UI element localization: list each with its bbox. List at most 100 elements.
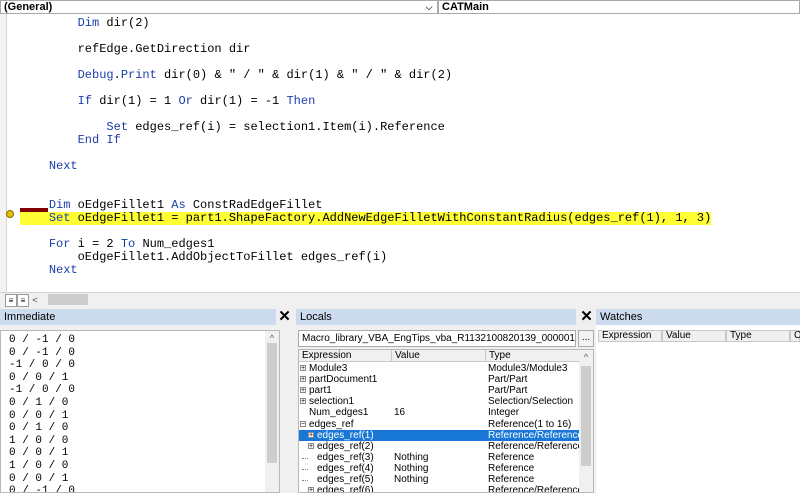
collapse-icon[interactable]: − bbox=[300, 420, 306, 428]
tree-branch-line bbox=[302, 452, 308, 459]
code-line[interactable]: Next bbox=[20, 160, 78, 173]
immediate-window[interactable]: 0 / -1 / 00 / -1 / 0 -1 / 0 / 00 / 0 / 1-… bbox=[0, 330, 280, 493]
code-text: oEdgeFillet1 bbox=[70, 198, 172, 212]
locals-row[interactable]: edges_ref(3) Nothing Reference bbox=[299, 452, 580, 463]
locals-type-cell: Part/Part bbox=[488, 374, 528, 386]
locals-row[interactable]: + edges_ref(1) Reference/Reference bbox=[299, 429, 580, 441]
immediate-output-line: 0 / 0 / 1 bbox=[9, 371, 69, 384]
code-margin[interactable] bbox=[0, 14, 7, 292]
watches-header-value[interactable]: Value bbox=[662, 330, 726, 342]
code-line[interactable]: Debug.Print dir(0) & " / " & dir(1) & " … bbox=[20, 69, 452, 82]
locals-row[interactable]: + selection1 Selection/Selection bbox=[299, 396, 580, 407]
code-line[interactable]: Next bbox=[20, 264, 78, 277]
procedure-view-button[interactable]: ≡ bbox=[5, 294, 17, 307]
immediate-output-line: 0 / -1 / 0 bbox=[9, 346, 76, 359]
locals-close-icon[interactable]: ✕ bbox=[579, 309, 594, 325]
expand-icon[interactable]: + bbox=[300, 365, 306, 372]
watches-window[interactable]: Watches Expression Value Type C bbox=[596, 309, 800, 493]
locals-row[interactable]: − edges_ref Reference(1 to 16) bbox=[299, 419, 580, 430]
code-text: dir(2) bbox=[99, 16, 150, 30]
code-keyword: Set bbox=[106, 120, 129, 134]
immediate-scroll-thumb[interactable] bbox=[267, 343, 277, 463]
expand-icon[interactable]: + bbox=[300, 387, 306, 394]
code-text: dir(1) = 1 bbox=[92, 94, 179, 108]
locals-row[interactable]: + partDocument1 Part/Part bbox=[299, 374, 580, 385]
scroll-thumb[interactable] bbox=[48, 294, 88, 305]
immediate-output-line: 1 / 0 / 0 bbox=[9, 460, 69, 472]
object-combo[interactable]: (General) ⌵ bbox=[0, 0, 438, 14]
locals-type-cell: Reference(1 to 16) bbox=[488, 418, 572, 430]
immediate-output-line: 0 / -1 / 0 bbox=[9, 334, 76, 346]
expand-icon[interactable]: + bbox=[300, 376, 306, 383]
locals-header-expression[interactable]: Expression bbox=[299, 350, 392, 362]
code-keyword: As bbox=[171, 198, 186, 212]
code-keyword: Next bbox=[48, 263, 78, 277]
immediate-close-icon[interactable]: ✕ bbox=[277, 309, 292, 325]
watches-title-bar[interactable]: Watches bbox=[596, 309, 800, 325]
current-statement-line[interactable]: Set oEdgeFillet1 = part1.ShapeFactory.Ad… bbox=[20, 211, 712, 225]
locals-expression-cell: edges_ref(4) bbox=[317, 462, 374, 474]
locals-header-type[interactable]: Type bbox=[486, 350, 580, 362]
immediate-output-line: -1 / 0 / 0 bbox=[9, 384, 76, 397]
locals-expression-cell: edges_ref bbox=[309, 418, 354, 430]
locals-vertical-scrollbar[interactable]: ^ bbox=[579, 350, 593, 492]
watches-title: Watches bbox=[600, 311, 643, 323]
expand-icon[interactable]: + bbox=[300, 398, 306, 405]
immediate-output-line: 0 / 0 / 1 bbox=[9, 472, 69, 485]
object-combo-value: (General) bbox=[4, 1, 53, 13]
locals-expression-cell: Module3 bbox=[309, 363, 348, 374]
locals-expression-cell: edges_ref(6) bbox=[317, 485, 374, 493]
locals-expression-cell: edges_ref(5) bbox=[317, 474, 374, 485]
code-line[interactable]: If dir(1) = 1 Or dir(1) = -1 Then bbox=[20, 94, 316, 108]
scroll-left-arrow-icon[interactable]: < bbox=[28, 294, 42, 306]
watches-header-type[interactable]: Type bbox=[726, 330, 790, 342]
scroll-up-arrow-icon[interactable]: ^ bbox=[265, 331, 279, 343]
locals-scroll-up-icon[interactable]: ^ bbox=[579, 350, 593, 362]
expand-icon[interactable]: + bbox=[308, 487, 314, 492]
locals-row[interactable]: + Module3 Module3/Module3 bbox=[299, 363, 580, 374]
locals-header-value[interactable]: Value bbox=[392, 350, 486, 362]
locals-row[interactable]: + edges_ref(6) Reference/Reference bbox=[299, 485, 580, 493]
locals-type-cell: Part/Part bbox=[488, 385, 528, 397]
locals-row[interactable]: edges_ref(5) Nothing Reference bbox=[299, 474, 580, 485]
locals-value-cell: Nothing bbox=[394, 451, 429, 463]
locals-row[interactable]: + part1 Part/Part bbox=[299, 385, 580, 396]
expand-icon[interactable]: + bbox=[308, 442, 314, 450]
code-line[interactable]: Dim dir(2) bbox=[20, 17, 150, 30]
code-keyword: Debug bbox=[77, 68, 114, 82]
code-keyword: End If bbox=[77, 133, 121, 147]
locals-value-cell: Nothing bbox=[394, 474, 429, 485]
immediate-output-line: -1 / 0 / 0 bbox=[9, 359, 76, 372]
locals-row[interactable]: edges_ref(4) Nothing Reference bbox=[299, 463, 580, 474]
locals-type-cell: Integer bbox=[488, 407, 520, 419]
code-line[interactable]: End If bbox=[20, 134, 121, 147]
immediate-title-bar[interactable]: Immediate bbox=[0, 309, 276, 325]
locals-row[interactable]: Num_edges1 16 Integer bbox=[299, 407, 580, 418]
code-horizontal-scrollbar[interactable]: ≡ ≡ < bbox=[0, 292, 800, 308]
procedure-combo-value: CATMain bbox=[442, 1, 489, 13]
locals-title-bar[interactable]: Locals bbox=[296, 309, 576, 325]
locals-type-cell: Reference bbox=[488, 474, 535, 485]
locals-call-stack-button[interactable]: ... bbox=[578, 330, 594, 347]
procedure-combo[interactable]: CATMain bbox=[438, 0, 800, 14]
code-editor[interactable]: Dim dir(2) refEdge.GetDirection dir Debu… bbox=[0, 14, 800, 292]
watches-header-expression[interactable]: Expression bbox=[598, 330, 662, 342]
locals-grid[interactable]: Expression Value Type + Module3 Module3/Mo… bbox=[298, 349, 594, 493]
locals-row[interactable]: + edges_ref(2) Reference/Reference bbox=[299, 441, 580, 452]
code-line[interactable]: refEdge.GetDirection dir bbox=[20, 43, 251, 56]
expand-icon[interactable]: + bbox=[308, 431, 314, 439]
immediate-vertical-scrollbar[interactable]: ^ bbox=[265, 331, 279, 492]
code-text: . bbox=[113, 68, 121, 82]
chevron-down-icon[interactable]: ⌵ bbox=[421, 1, 437, 13]
locals-scroll-thumb[interactable] bbox=[581, 366, 591, 466]
watches-header-context[interactable]: C bbox=[790, 330, 800, 342]
locals-type-cell: Selection/Selection bbox=[488, 396, 574, 408]
locals-expression-cell: selection1 bbox=[309, 396, 355, 408]
code-keyword: Dim bbox=[48, 198, 71, 212]
code-keyword: Or bbox=[178, 94, 193, 108]
